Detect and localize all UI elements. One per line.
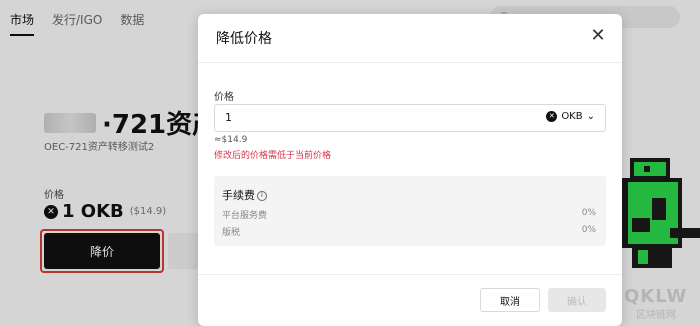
confirm-button[interactable]: 确认 xyxy=(548,288,606,312)
fee-panel: 手续费 i 平台服务费 0% 版税 0% xyxy=(214,176,606,246)
fee-label: 版税 xyxy=(222,228,241,238)
currency-select[interactable]: ✕ OKB ⌄ xyxy=(546,111,595,122)
divider xyxy=(198,62,622,63)
fee-value: 0% xyxy=(581,208,596,218)
price-input-value: 1 xyxy=(225,111,232,124)
price-field-label: 价格 xyxy=(214,92,234,103)
close-icon[interactable]: ✕ xyxy=(588,26,608,46)
fee-row: 平台服务费 0% xyxy=(222,208,596,221)
approx-usd: ≈$14.9 xyxy=(214,135,248,145)
dialog-title: 降低价格 xyxy=(216,31,272,47)
fee-row: 版税 0% xyxy=(222,225,596,238)
fee-value: 0% xyxy=(581,225,596,235)
fee-label: 平台服务费 xyxy=(222,211,268,221)
info-icon[interactable]: i xyxy=(257,191,267,201)
okb-icon: ✕ xyxy=(546,111,558,122)
fee-title: 手续费 i xyxy=(222,187,267,203)
price-input[interactable]: 1 ✕ OKB ⌄ xyxy=(214,104,606,132)
price-warning: 修改后的价格需低于当前价格 xyxy=(214,151,332,161)
cancel-button[interactable]: 取消 xyxy=(480,288,540,312)
currency-label: OKB xyxy=(561,111,583,122)
lower-price-dialog: 降低价格 ✕ 价格 1 ✕ OKB ⌄ ≈$14.9 修改后的价格需低于当前价格… xyxy=(198,14,622,326)
chevron-down-icon: ⌄ xyxy=(586,111,595,122)
divider xyxy=(198,274,622,275)
fee-title-text: 手续费 xyxy=(222,189,255,202)
